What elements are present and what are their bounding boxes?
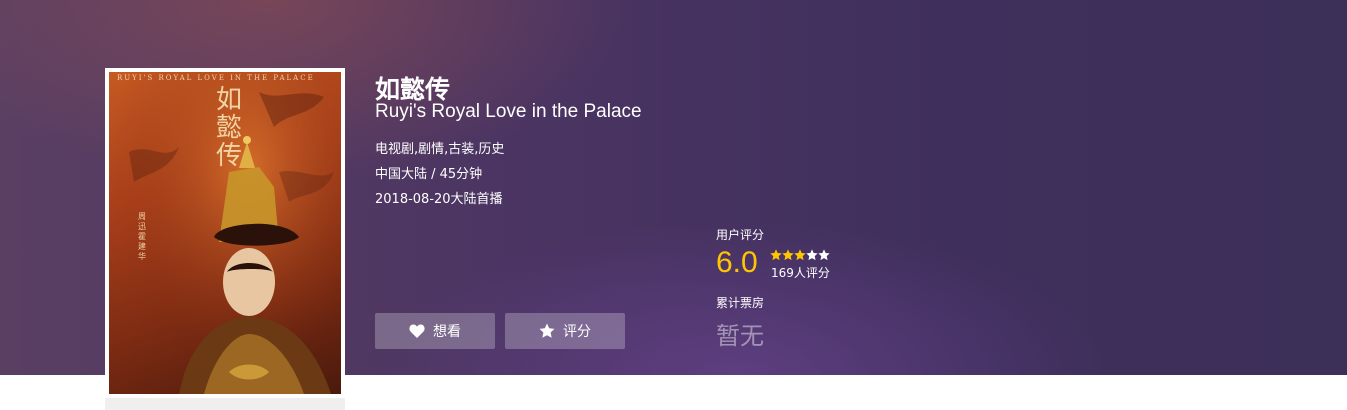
star-filled-icon — [794, 246, 806, 265]
heart-icon — [409, 324, 425, 338]
movie-region-duration: 中国大陆 / 45分钟 — [375, 167, 483, 182]
star-filled-icon — [782, 246, 794, 265]
rating-stars — [770, 246, 830, 265]
user-rating-score: 6.0 — [716, 246, 758, 279]
poster-image[interactable]: RUYI'S ROYAL LOVE IN THE PALACE 如懿传 周迅 霍… — [109, 72, 341, 394]
star-empty-icon — [818, 246, 830, 265]
rate-button[interactable]: 评分 — [505, 313, 625, 349]
movie-genres: 电视剧,剧情,古装,历史 — [375, 142, 505, 157]
rating-count: 169人评分 — [771, 266, 830, 280]
star-filled-icon — [770, 246, 782, 265]
box-office-label: 累计票房 — [716, 296, 765, 310]
poster-shadow — [105, 398, 345, 410]
poster-credit-text: 周迅 霍建华 — [138, 212, 146, 261]
movie-english-title: Ruyi's Royal Love in the Palace — [375, 101, 642, 122]
poster-top-text: RUYI'S ROYAL LOVE IN THE PALACE — [117, 74, 315, 82]
rate-label: 评分 — [563, 324, 591, 340]
star-icon — [539, 323, 555, 339]
want-to-watch-button[interactable]: 想看 — [375, 313, 495, 349]
want-to-watch-label: 想看 — [433, 324, 461, 340]
star-empty-icon — [806, 246, 818, 265]
poster-frame[interactable]: RUYI'S ROYAL LOVE IN THE PALACE 如懿传 周迅 霍… — [105, 68, 345, 398]
user-rating-label: 用户评分 — [716, 228, 765, 242]
box-office-value: 暂无 — [716, 322, 764, 350]
movie-release-date: 2018-08-20大陆首播 — [375, 192, 503, 207]
poster-title-text: 如懿传 — [215, 85, 242, 171]
